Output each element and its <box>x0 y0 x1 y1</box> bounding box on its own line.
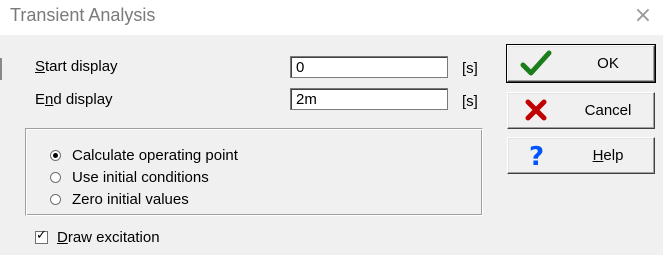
question-mark-icon: ? <box>529 142 544 170</box>
draw-excitation-checkbox[interactable]: ✓ <box>35 228 48 244</box>
start-display-input[interactable]: 0 <box>290 56 448 78</box>
checkmark-icon: ✓ <box>36 228 47 243</box>
end-display-label: End display <box>35 91 113 108</box>
draw-excitation-label: Draw excitation <box>57 229 160 246</box>
ok-button[interactable]: OK <box>506 44 656 83</box>
start-display-label: Start display <box>35 58 118 75</box>
close-icon[interactable]: × <box>632 5 654 27</box>
ok-button-label: OK <box>597 55 619 72</box>
radio-label: Zero initial values <box>72 191 189 208</box>
draw-excitation-label-rest: raw excitation <box>67 229 160 246</box>
start-display-unit: [s] <box>462 60 478 77</box>
cancel-button[interactable]: Cancel <box>507 92 655 129</box>
title-bar: Transient Analysis × <box>0 0 663 35</box>
end-display-input[interactable]: 2m <box>290 88 448 110</box>
window-title: Transient Analysis <box>10 5 156 25</box>
red-x-icon <box>525 99 547 121</box>
draw-excitation-accel: D <box>57 229 68 246</box>
radio-button[interactable] <box>50 172 61 183</box>
svg-text:?: ? <box>529 142 544 170</box>
checkmark-icon <box>520 50 552 76</box>
radio-button-selected[interactable] <box>50 150 61 161</box>
help-label-rest: elp <box>603 147 624 164</box>
start-display-label-rest: tart display <box>45 58 118 75</box>
end-display-label-rest: d display <box>53 91 113 108</box>
radio-label: Use initial conditions <box>72 169 209 186</box>
radio-button[interactable] <box>50 194 61 205</box>
cancel-button-label: Cancel <box>584 102 632 119</box>
start-display-accel: S <box>35 58 46 75</box>
help-button[interactable]: ? Help <box>507 137 655 174</box>
help-accel: H <box>592 147 604 164</box>
help-button-label: Help <box>568 147 648 164</box>
radio-label: Calculate operating point <box>72 147 238 164</box>
end-display-label-prefix: E <box>35 91 46 108</box>
window-edge-marker <box>0 58 2 80</box>
radio-dot <box>53 153 58 158</box>
end-display-unit: [s] <box>462 93 478 110</box>
